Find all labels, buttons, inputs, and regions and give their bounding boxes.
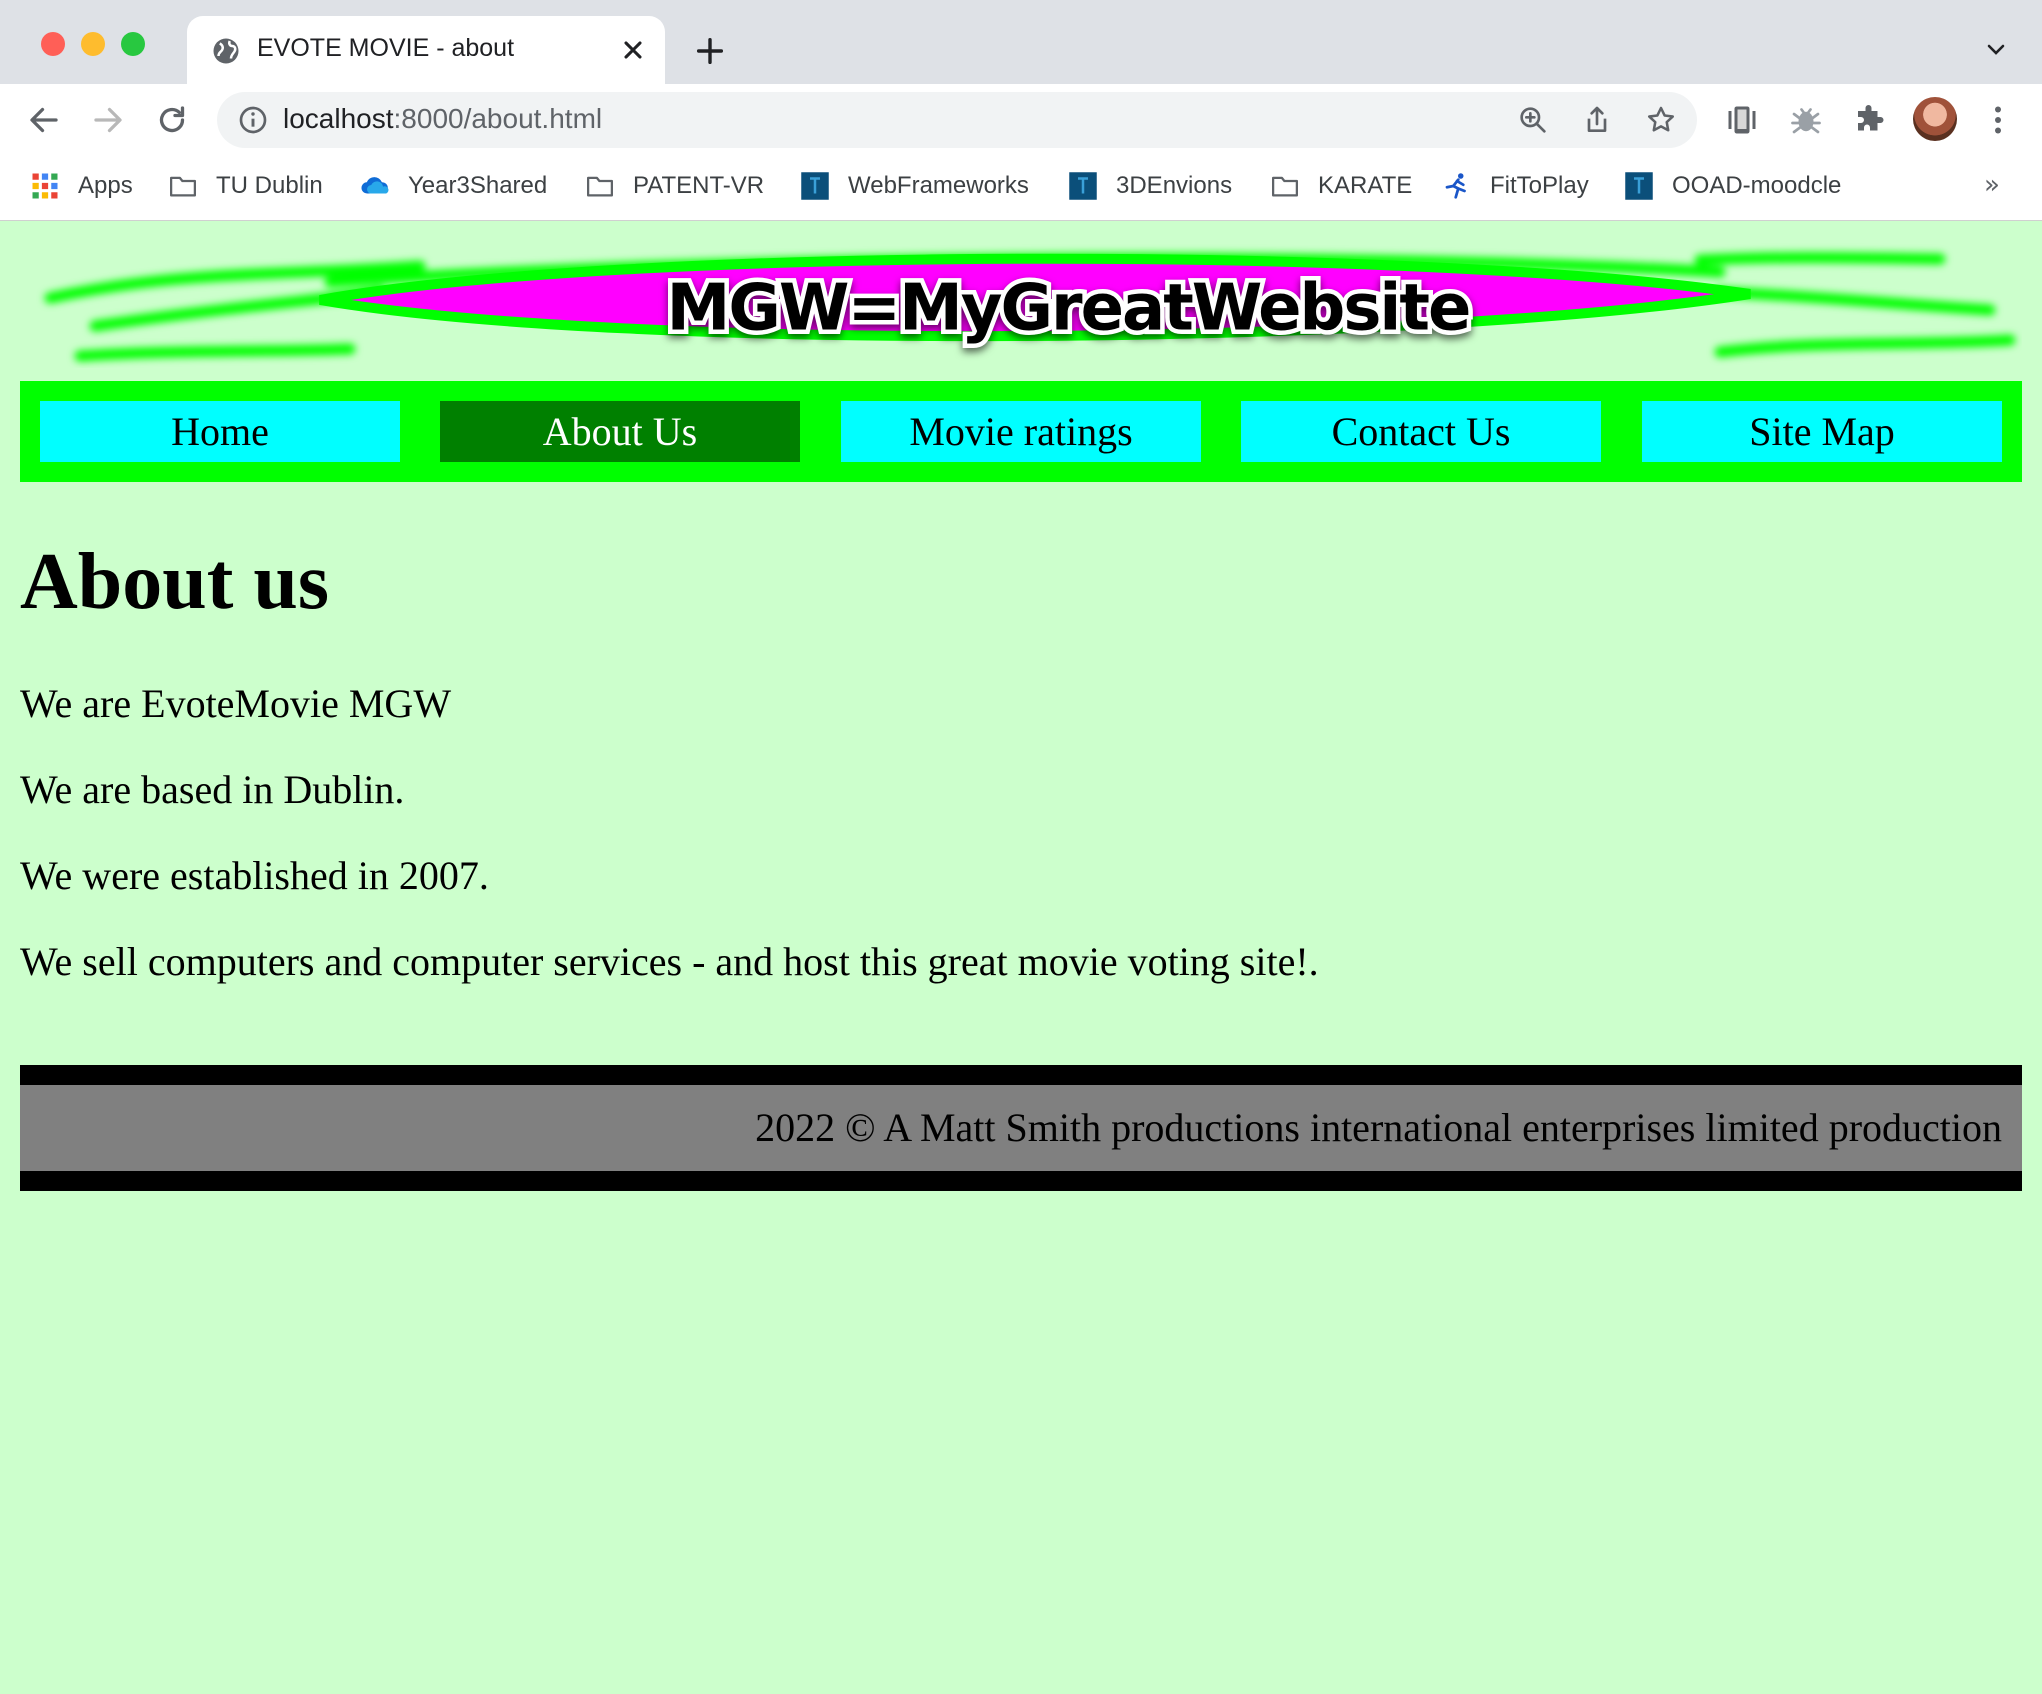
folder-icon xyxy=(170,176,196,197)
bookmark-karate[interactable]: KARATE xyxy=(1270,166,1412,206)
forward-arrow-icon[interactable] xyxy=(90,102,126,138)
site-favicon xyxy=(1069,172,1097,200)
chevron-down-icon[interactable] xyxy=(1982,38,2010,62)
nav-home[interactable]: Home xyxy=(40,401,400,462)
browser-toolbar: localhost:8000/about.html xyxy=(0,84,2042,156)
back-arrow-icon[interactable] xyxy=(26,102,62,138)
bookmarks-bar: Apps TU Dublin Year3Shared PATENT-VR Web… xyxy=(0,156,2042,220)
bookmark-label: Apps xyxy=(78,172,133,199)
about-paragraph: We were established in 2007. xyxy=(20,853,489,898)
nav-site-map[interactable]: Site Map xyxy=(1642,401,2002,462)
site-footer: 2022 © A Matt Smith productions internat… xyxy=(20,1065,2022,1191)
bookmark-label: KARATE xyxy=(1318,172,1413,199)
tab-title: EVOTE MOVIE - about xyxy=(257,34,515,62)
new-tab-icon[interactable] xyxy=(693,34,727,68)
browser-chrome: EVOTE MOVIE - about localhost:8000/about… xyxy=(0,0,2042,221)
nav-contact-us[interactable]: Contact Us xyxy=(1241,401,1601,462)
bookmark-3denvions[interactable]: 3DEnvions xyxy=(1068,166,1232,206)
bookmark-label: 3DEnvions xyxy=(1116,172,1233,199)
bookmark-label: PATENT-VR xyxy=(633,172,765,199)
bookmark-label: Year3Shared xyxy=(408,172,548,199)
site-navbar: Home About Us Movie ratings Contact Us S… xyxy=(20,381,2022,482)
zoom-window-button[interactable] xyxy=(121,32,145,56)
bookmark-year3shared[interactable]: Year3Shared xyxy=(360,166,547,206)
onedrive-cloud-icon xyxy=(361,177,389,194)
runner-icon xyxy=(1445,173,1466,199)
nav-about-us[interactable]: About Us xyxy=(440,401,800,462)
folder-icon xyxy=(587,176,613,197)
bookmark-webframeworks[interactable]: WebFrameworks xyxy=(800,166,1029,206)
bookmark-star-icon[interactable] xyxy=(1645,104,1677,136)
minimize-window-button[interactable] xyxy=(81,32,105,56)
site-banner: MGW=MyGreatWebsite xyxy=(44,252,2016,362)
footer-copyright: 2022 © A Matt Smith productions internat… xyxy=(755,1105,2002,1150)
folder-icon xyxy=(1272,176,1298,197)
close-tab-icon[interactable] xyxy=(619,36,647,64)
site-info-icon[interactable] xyxy=(237,104,269,136)
profile-avatar[interactable] xyxy=(1913,97,1957,141)
reload-icon[interactable] xyxy=(154,102,190,138)
tab-strip: EVOTE MOVIE - about xyxy=(0,0,2042,84)
url-path: :8000/about.html xyxy=(393,103,603,134)
bookmark-tu-dublin[interactable]: TU Dublin xyxy=(168,166,323,206)
more-menu-icon[interactable] xyxy=(1980,102,2016,138)
site-favicon xyxy=(1625,172,1653,200)
globe-icon xyxy=(213,38,239,64)
bookmark-fittoplay[interactable]: FitToPlay xyxy=(1442,166,1589,206)
bookmark-apps[interactable]: Apps xyxy=(30,166,133,206)
bookmarks-overflow-button[interactable]: » xyxy=(1984,170,2000,200)
page-title: About us xyxy=(20,538,330,626)
about-paragraph: We are EvoteMovie MGW xyxy=(20,681,452,726)
bookmark-label: WebFrameworks xyxy=(848,172,1029,199)
about-paragraph: We are based in Dublin. xyxy=(20,767,405,812)
banner-title: MGW=MyGreatWebsite xyxy=(667,272,1470,346)
bookmark-ooad-moodcle[interactable]: OOAD-moodcle xyxy=(1624,166,1841,206)
bookmark-label: TU Dublin xyxy=(216,172,323,199)
url-host: localhost xyxy=(283,103,394,134)
url-text[interactable]: localhost:8000/about.html xyxy=(283,103,602,135)
close-window-button[interactable] xyxy=(41,32,65,56)
active-tab[interactable]: EVOTE MOVIE - about xyxy=(187,16,665,84)
bug-extension-icon[interactable] xyxy=(1788,102,1824,138)
bookmark-label: FitToPlay xyxy=(1490,172,1589,199)
zoom-icon[interactable] xyxy=(1517,104,1549,136)
bookmark-patent-vr[interactable]: PATENT-VR xyxy=(585,166,764,206)
address-bar[interactable]: localhost:8000/about.html xyxy=(217,92,1697,148)
site-favicon xyxy=(801,172,829,200)
share-icon[interactable] xyxy=(1581,104,1613,136)
apps-grid-icon xyxy=(32,173,58,199)
extensions-puzzle-icon[interactable] xyxy=(1852,102,1888,138)
about-paragraph: We sell computers and computer services … xyxy=(20,939,1319,984)
nav-movie-ratings[interactable]: Movie ratings xyxy=(841,401,1201,462)
device-mode-icon[interactable] xyxy=(1724,102,1760,138)
bookmark-label: OOAD-moodcle xyxy=(1672,172,1842,199)
